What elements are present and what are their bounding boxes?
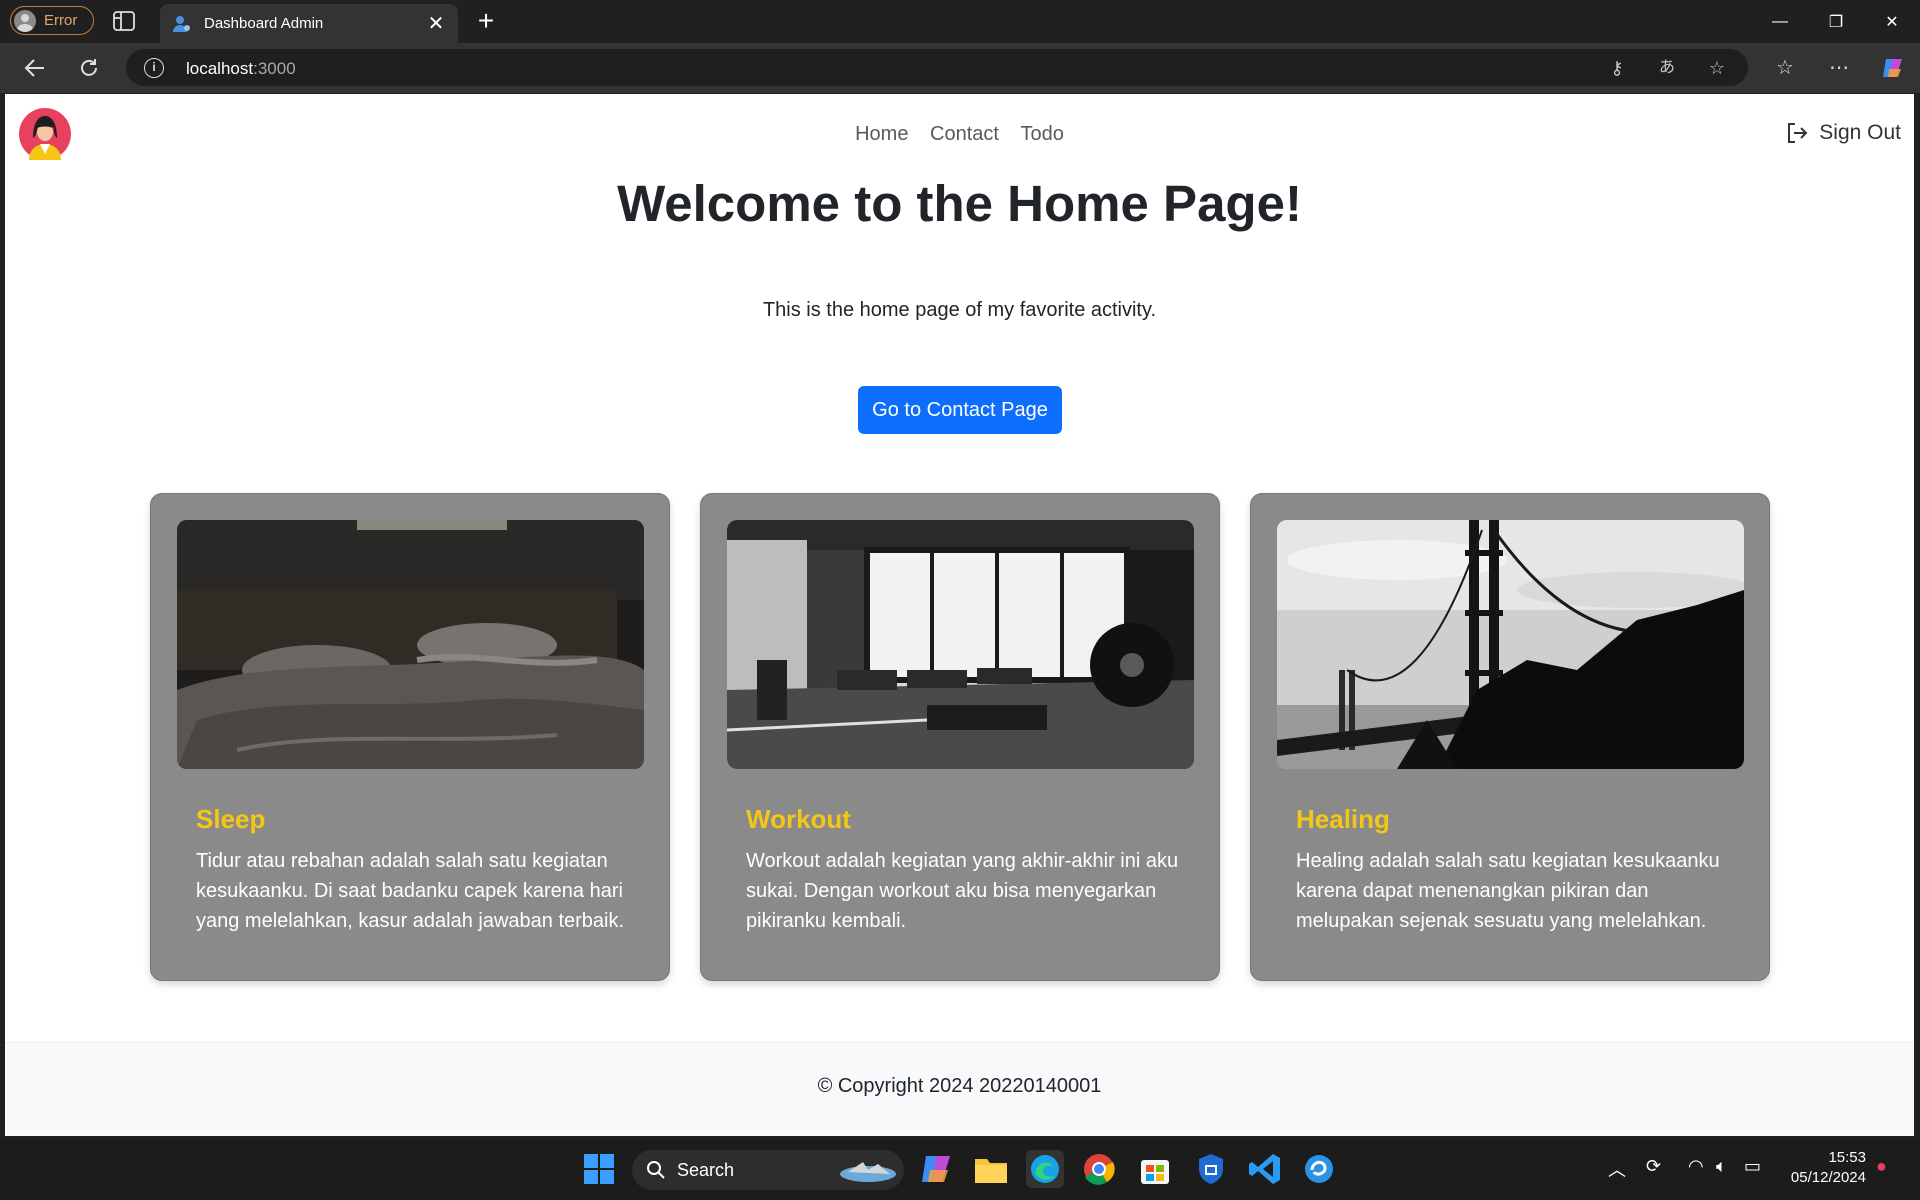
- password-key-icon[interactable]: ⚷: [1606, 57, 1628, 79]
- copilot-icon[interactable]: [1880, 55, 1906, 81]
- restore-icon[interactable]: ❐: [1808, 0, 1864, 43]
- wifi-icon[interactable]: ◠: [1688, 1156, 1704, 1177]
- profile-button[interactable]: Error: [10, 6, 94, 35]
- sign-out-button[interactable]: Sign Out: [1785, 121, 1901, 145]
- page-footer: © Copyright 2024 20220140001: [5, 1042, 1914, 1136]
- chrome-browser-icon[interactable]: [1080, 1150, 1118, 1188]
- file-explorer-icon[interactable]: [972, 1150, 1010, 1188]
- tab-title: Dashboard Admin: [204, 15, 324, 32]
- page-subtitle: This is the home page of my favorite act…: [762, 299, 1157, 321]
- sync-icon[interactable]: ⟳: [1646, 1156, 1661, 1177]
- card-text: Tidur atau rebahan adalah salah satu keg…: [196, 850, 625, 932]
- bed-photo: [177, 520, 644, 769]
- battery-icon[interactable]: ▭: [1744, 1156, 1761, 1177]
- activity-cards: Sleep Tidur atau rebahan adalah salah sa…: [150, 493, 1771, 981]
- tab-actions-icon[interactable]: [112, 10, 136, 32]
- show-hidden-icons-icon[interactable]: ︿: [1608, 1156, 1626, 1182]
- copilot-app-icon[interactable]: [918, 1150, 956, 1188]
- vscode-icon[interactable]: [1246, 1150, 1284, 1188]
- favorite-star-icon[interactable]: ☆: [1706, 57, 1728, 79]
- url-port: :3000: [253, 59, 296, 78]
- close-tab-icon[interactable]: ✕: [426, 14, 446, 34]
- defender-shield-icon[interactable]: [1192, 1150, 1230, 1188]
- address-bar[interactable]: i localhost:3000 ⚷ あ ☆: [126, 49, 1748, 86]
- back-arrow-icon[interactable]: [20, 54, 50, 82]
- volume-icon[interactable]: 🔈︎: [1716, 1156, 1727, 1177]
- system-clock[interactable]: 15:53 05/12/2024: [1786, 1148, 1866, 1188]
- card-title: Workout: [746, 804, 851, 834]
- nav-link-home[interactable]: Home: [855, 123, 908, 145]
- web-page: Home Contact Todo Sign Out Welcome to th…: [5, 94, 1914, 1136]
- card-text: Healing adalah salah satu kegiatan kesuk…: [1296, 850, 1720, 932]
- more-options-icon[interactable]: ⋯: [1826, 55, 1852, 81]
- window-controls: — ❐ ✕: [1752, 0, 1920, 43]
- search-icon: [647, 1161, 665, 1179]
- profile-status-label: Error: [44, 12, 78, 29]
- clock-date: 05/12/2024: [1790, 1169, 1866, 1186]
- tab-dashboard-admin[interactable]: Dashboard Admin ✕: [160, 4, 458, 43]
- sign-out-icon: [1788, 123, 1808, 143]
- url-host: localhost: [186, 59, 254, 78]
- favorites-icon[interactable]: ☆: [1772, 55, 1798, 81]
- site-navbar: Home Contact Todo Sign Out: [5, 94, 1914, 174]
- card-healing: Healing Healing adalah salah satu kegiat…: [1250, 493, 1770, 981]
- os-taskbar: Search ︿ ⟳ ◠ 🔈︎ ▭ 15:53 05/12/2024 ●: [0, 1138, 1920, 1200]
- minimize-icon[interactable]: —: [1752, 0, 1808, 43]
- microsoft-store-icon[interactable]: [1136, 1150, 1174, 1188]
- card-title: Sleep: [196, 804, 266, 834]
- browser-tab-bar: Error Dashboard Admin ✕ + — ❐ ✕: [0, 0, 1920, 43]
- card-sleep: Sleep Tidur atau rebahan adalah salah sa…: [150, 493, 670, 981]
- sign-out-label: Sign Out: [1819, 121, 1901, 144]
- browser-toolbar: i localhost:3000 ⚷ あ ☆ ☆ ⋯: [0, 43, 1920, 93]
- nav-link-contact[interactable]: Contact: [930, 123, 999, 145]
- notification-bell-icon[interactable]: ●: [1876, 1156, 1887, 1177]
- site-info-icon[interactable]: i: [144, 58, 164, 78]
- copyright-text: © Copyright 2024 20220140001: [817, 1075, 1102, 1097]
- search-highlight-icon: [840, 1162, 896, 1182]
- gym-photo: [727, 520, 1194, 769]
- user-gear-icon: [173, 15, 190, 32]
- taskbar-search[interactable]: Search: [632, 1150, 904, 1190]
- go-to-contact-button[interactable]: Go to Contact Page: [858, 386, 1062, 434]
- clock-time: 15:53: [1828, 1149, 1866, 1166]
- card-title: Healing: [1296, 804, 1390, 834]
- profile-avatar-icon: [14, 9, 36, 32]
- nav-links: Home Contact Todo: [5, 123, 1914, 146]
- close-window-icon[interactable]: ✕: [1864, 0, 1920, 43]
- windows-start-icon[interactable]: [580, 1150, 618, 1188]
- edge-browser-icon[interactable]: [1026, 1150, 1064, 1188]
- page-title: Welcome to the Home Page!: [617, 175, 1302, 232]
- nav-link-todo[interactable]: Todo: [1021, 123, 1064, 145]
- reload-icon[interactable]: [74, 54, 104, 82]
- app-generic-icon[interactable]: [1300, 1150, 1338, 1188]
- search-label: Search: [677, 1160, 735, 1180]
- url-text[interactable]: localhost:3000: [186, 59, 296, 79]
- card-text: Workout adalah kegiatan yang akhir-akhir…: [746, 850, 1179, 932]
- translate-icon[interactable]: あ: [1656, 57, 1678, 79]
- new-tab-button[interactable]: +: [472, 7, 500, 36]
- bridge-photo: [1277, 520, 1744, 769]
- card-workout: Workout Workout adalah kegiatan yang akh…: [700, 493, 1220, 981]
